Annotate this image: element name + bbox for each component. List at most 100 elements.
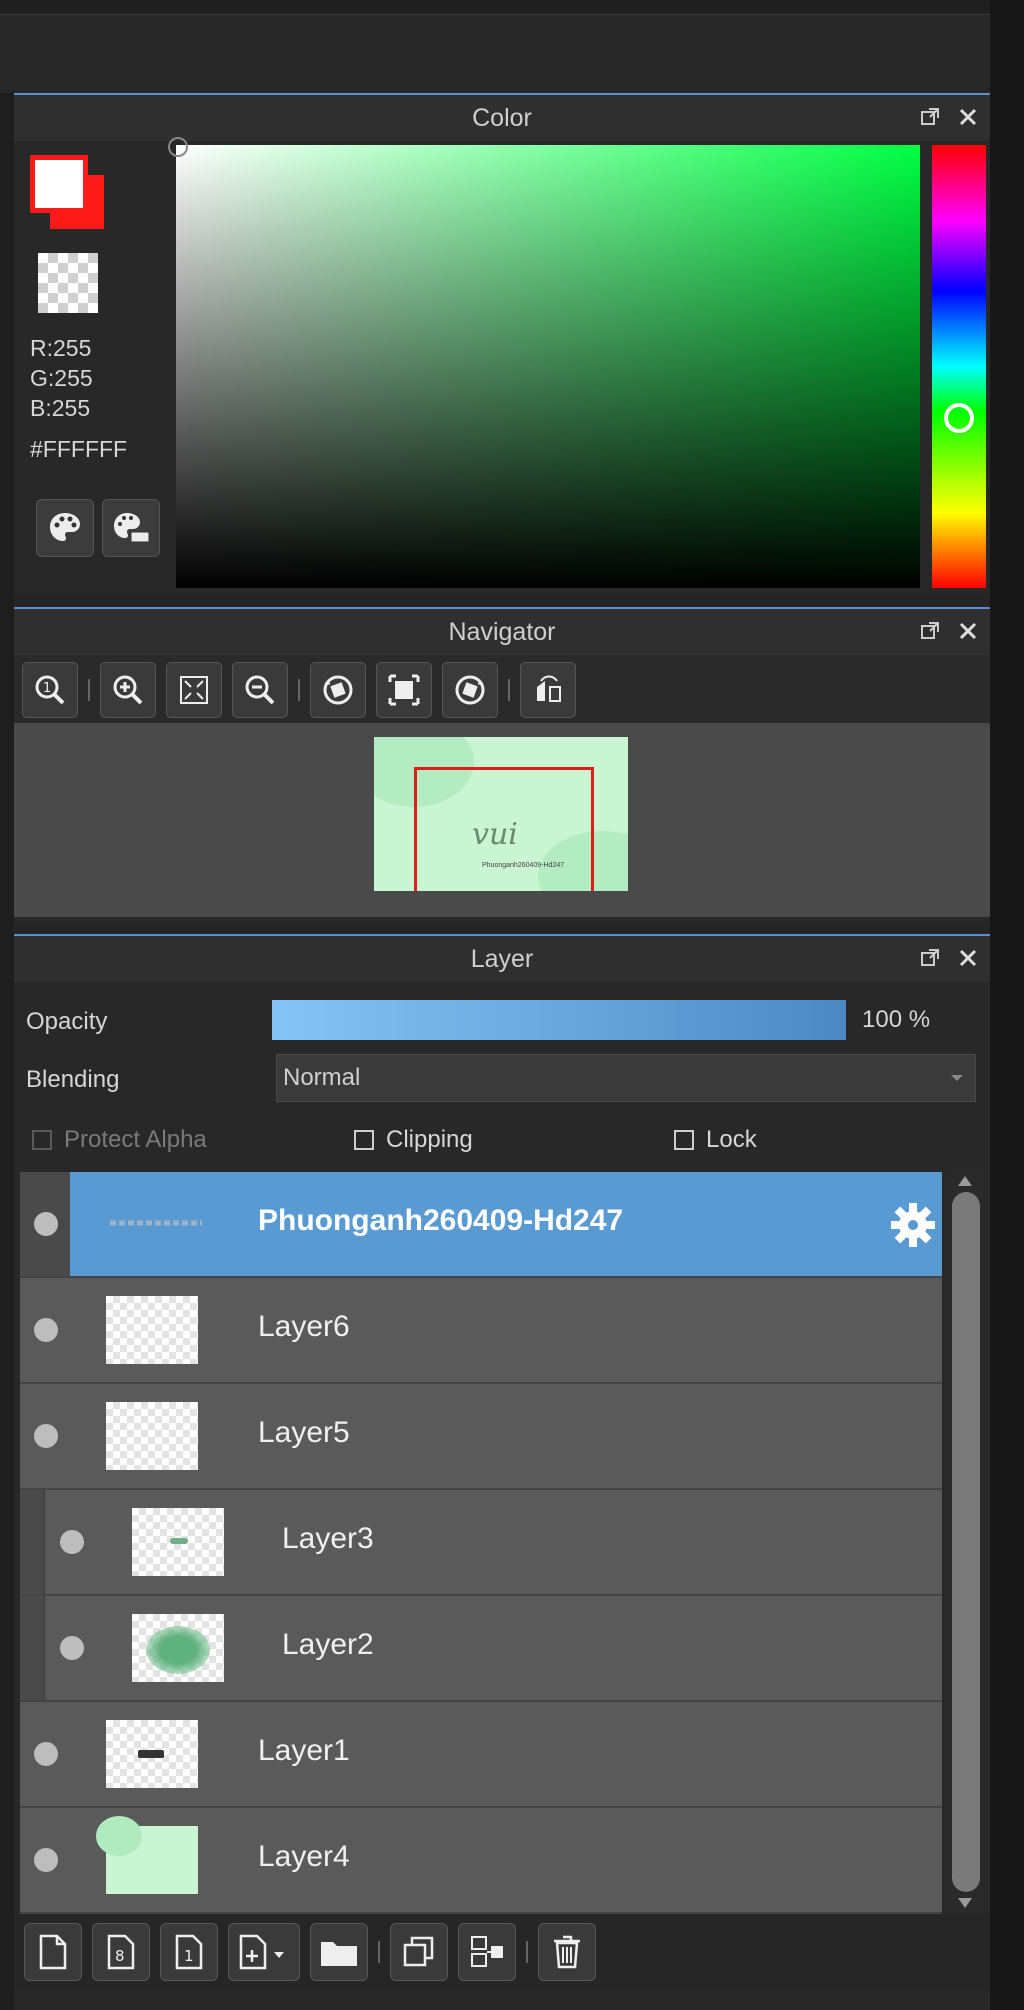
zoom-out-icon: [245, 675, 275, 705]
visibility-eye-icon: [60, 1636, 84, 1660]
layer-thumbnail: [96, 1816, 198, 1894]
hue-slider[interactable]: [932, 145, 986, 588]
clipping-indicator: [20, 1596, 45, 1700]
checkbox-box: [354, 1130, 374, 1150]
lock-label: Lock: [706, 1126, 757, 1153]
new-folder-button[interactable]: [310, 1923, 368, 1981]
visibility-eye-icon: [34, 1212, 58, 1236]
layer-row[interactable]: Layer5: [20, 1384, 942, 1490]
color-panel-header: Color: [14, 93, 990, 141]
close-icon[interactable]: [956, 619, 980, 643]
visibility-toggle[interactable]: [20, 1278, 70, 1382]
close-icon[interactable]: [956, 105, 980, 129]
sv-picker-cursor[interactable]: [168, 137, 188, 157]
clipping-label: Clipping: [386, 1126, 473, 1153]
visibility-toggle[interactable]: [20, 1808, 70, 1912]
saturation-value-picker[interactable]: [168, 137, 920, 588]
layer-row[interactable]: Layer6: [20, 1278, 942, 1384]
transparent-color-swatch[interactable]: [38, 253, 98, 313]
zoom-in-button[interactable]: [100, 662, 156, 718]
hex-value[interactable]: #FFFFFF: [30, 436, 127, 463]
undock-icon[interactable]: [918, 619, 942, 643]
folder-icon: [110, 1220, 202, 1226]
rotate-left-button[interactable]: [310, 662, 366, 718]
toolbar-separator: [88, 679, 90, 701]
visibility-toggle[interactable]: [20, 1702, 70, 1806]
new-layer-button[interactable]: [24, 1923, 82, 1981]
navigator-panel-header: Navigator: [14, 607, 990, 655]
navigator-panel-title: Navigator: [448, 617, 556, 646]
blending-select[interactable]: Normal: [276, 1054, 976, 1102]
fit-screen-button[interactable]: [166, 662, 222, 718]
flip-horizontal-button[interactable]: [520, 662, 576, 718]
layer-list-scrollbar[interactable]: [948, 1172, 984, 1912]
layer-row[interactable]: Layer1: [20, 1702, 942, 1808]
svg-text:8: 8: [115, 1947, 125, 1965]
zoom-actual-button[interactable]: 1: [22, 662, 78, 718]
visibility-eye-icon: [34, 1424, 58, 1448]
opacity-slider[interactable]: [272, 1000, 846, 1040]
scroll-up-arrow-icon[interactable]: [958, 1176, 972, 1186]
scrollbar-thumb[interactable]: [952, 1192, 980, 1892]
canvas-thumbnail[interactable]: vui Phuonganh260409-Hd247: [374, 737, 628, 891]
layer-row-folder[interactable]: Phuonganh260409-Hd247: [20, 1172, 942, 1278]
navigator-panel: Navigator 1 vui Phuonganh260409-Hd247: [14, 607, 990, 922]
protect-alpha-checkbox[interactable]: Protect Alpha: [32, 1126, 207, 1154]
layer-row[interactable]: Layer4: [20, 1808, 942, 1914]
layer-thumbnail: [106, 1296, 198, 1364]
layer-row-clipped[interactable]: Layer3: [20, 1490, 942, 1596]
visibility-eye-icon: [34, 1848, 58, 1872]
toolbar-separator: [378, 1941, 380, 1963]
delete-layer-button[interactable]: [538, 1923, 596, 1981]
right-edge-strip: [990, 0, 1024, 2010]
visibility-toggle[interactable]: [46, 1490, 96, 1594]
red-value: R:255: [30, 335, 92, 361]
palette-button[interactable]: [36, 499, 94, 557]
layer-name: Layer2: [282, 1628, 374, 1661]
undock-icon[interactable]: [918, 105, 942, 129]
zoom-in-icon: [113, 675, 143, 705]
reset-view-button[interactable]: [376, 662, 432, 718]
color-swatches[interactable]: [30, 155, 140, 265]
layer-name: Layer5: [258, 1416, 350, 1449]
layer-row-clipped[interactable]: Layer2: [20, 1596, 942, 1702]
visibility-toggle[interactable]: [46, 1596, 96, 1700]
merge-layer-button[interactable]: [458, 1923, 516, 1981]
palette-settings-button[interactable]: [102, 499, 160, 557]
clipping-checkbox[interactable]: Clipping: [354, 1126, 473, 1154]
reset-view-icon: [388, 674, 420, 706]
visibility-toggle[interactable]: [20, 1384, 70, 1488]
opacity-value: 100 %: [862, 1006, 931, 1033]
zoom-actual-icon: 1: [35, 675, 65, 705]
gear-icon[interactable]: [888, 1200, 938, 1250]
layer-name: Layer3: [282, 1522, 374, 1555]
opacity-label: Opacity: [26, 1008, 108, 1035]
merge-down-icon: [471, 1936, 503, 1967]
zoom-out-button[interactable]: [232, 662, 288, 718]
add-layer-icon: [239, 1934, 284, 1970]
new-8bit-layer-button[interactable]: 8: [92, 1923, 150, 1981]
top-menu-bar: [0, 0, 990, 15]
left-edge-strip: [0, 93, 14, 2010]
undock-icon[interactable]: [918, 946, 942, 970]
rotate-right-button[interactable]: [442, 662, 498, 718]
scroll-down-arrow-icon[interactable]: [958, 1898, 972, 1908]
flip-horizontal-icon: [537, 675, 561, 702]
close-icon[interactable]: [956, 946, 980, 970]
viewport-rectangle[interactable]: [414, 767, 594, 891]
navigator-preview-area[interactable]: vui Phuonganh260409-Hd247: [14, 723, 990, 917]
duplicate-layer-button[interactable]: [390, 1923, 448, 1981]
new-1bit-layer-button[interactable]: 1: [160, 1923, 218, 1981]
toolbar-separator: [508, 679, 510, 701]
add-layer-dropdown-button[interactable]: [228, 1923, 300, 1981]
visibility-eye-icon: [60, 1530, 84, 1554]
palette-icon: [50, 513, 80, 541]
green-value: G:255: [30, 365, 93, 391]
hue-slider-handle[interactable]: [944, 403, 974, 433]
primary-color-swatch[interactable]: [30, 155, 88, 213]
toolbar-separator: [526, 1941, 528, 1963]
folder-icon: [321, 1942, 357, 1966]
lock-checkbox[interactable]: Lock: [674, 1126, 757, 1154]
chevron-down-icon: [951, 1075, 963, 1081]
visibility-toggle[interactable]: [20, 1172, 70, 1276]
